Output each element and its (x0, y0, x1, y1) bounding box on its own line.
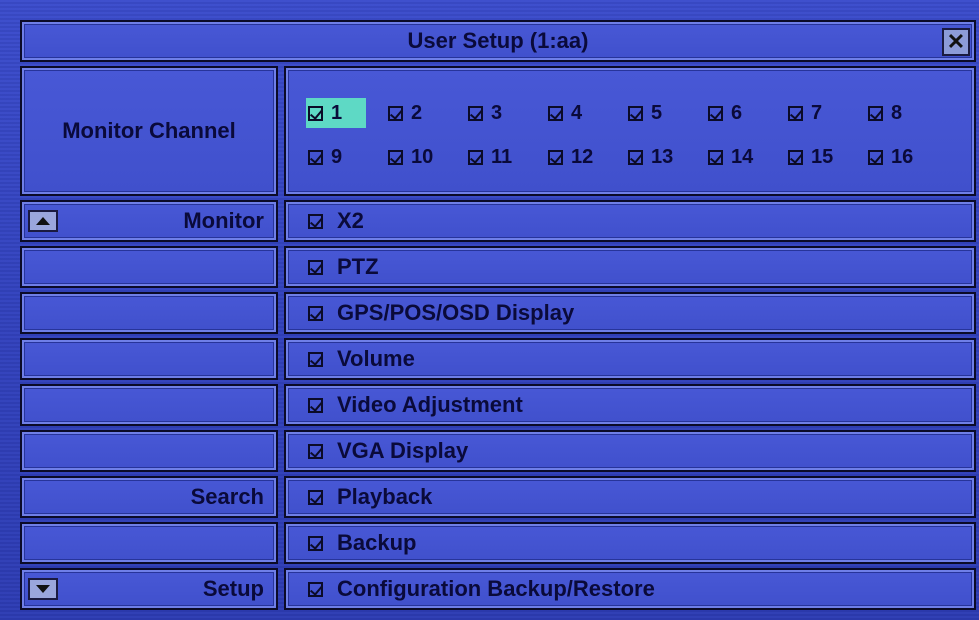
permission-row-volume[interactable]: Volume (284, 338, 976, 380)
permission-label: Video Adjustment (337, 392, 523, 417)
channel-checkbox-8[interactable]: 8 (868, 98, 948, 128)
permission-row-backup[interactable]: Backup (284, 522, 976, 564)
check-icon (388, 105, 403, 121)
channel-checkbox-9[interactable]: 9 (308, 142, 388, 172)
check-icon (628, 149, 643, 165)
check-icon (308, 305, 323, 321)
check-icon (308, 259, 323, 275)
arrow-down-icon (36, 585, 50, 593)
check-icon (708, 105, 723, 121)
scroll-up-button[interactable] (28, 210, 58, 232)
channel-checkbox-11[interactable]: 11 (468, 142, 548, 172)
check-icon (308, 535, 323, 551)
check-icon (868, 105, 883, 121)
channel-checkbox-1[interactable]: 1 (306, 98, 366, 128)
check-icon (388, 149, 403, 165)
check-icon (308, 581, 323, 597)
section-search-label: Search (190, 484, 264, 509)
check-icon (308, 443, 323, 459)
permission-label: GPS/POS/OSD Display (337, 300, 575, 325)
check-icon (708, 149, 723, 165)
check-icon (308, 351, 323, 367)
close-icon: ✕ (946, 29, 966, 54)
check-icon (868, 149, 883, 165)
empty-left-cell (20, 430, 278, 472)
permission-label: Volume (337, 346, 415, 371)
channel-checkbox-16[interactable]: 16 (868, 142, 948, 172)
check-icon (308, 489, 323, 505)
empty-left-cell (20, 292, 278, 334)
page-title: User Setup (1:aa) (407, 28, 589, 53)
channel-checkbox-4[interactable]: 4 (548, 98, 628, 128)
permission-label: Backup (337, 530, 417, 555)
empty-left-cell (20, 246, 278, 288)
check-icon (788, 105, 803, 121)
check-icon (308, 149, 323, 165)
check-icon (628, 105, 643, 121)
channel-checkbox-7[interactable]: 7 (788, 98, 868, 128)
permission-row-ptz[interactable]: PTZ (284, 246, 976, 288)
channel-checkbox-13[interactable]: 13 (628, 142, 708, 172)
permission-row-config-backup-restore[interactable]: Configuration Backup/Restore (284, 568, 976, 610)
check-icon (468, 149, 483, 165)
permission-label: PTZ (337, 254, 379, 279)
channel-checkbox-3[interactable]: 3 (468, 98, 548, 128)
monitor-channel-label: Monitor Channel (62, 118, 236, 143)
permission-label: Playback (337, 484, 433, 509)
channel-checkbox-12[interactable]: 12 (548, 142, 628, 172)
channel-checkbox-2[interactable]: 2 (388, 98, 468, 128)
section-search-cell: Search (20, 476, 278, 518)
permission-row-x2[interactable]: X2 (284, 200, 976, 242)
section-setup-label: Setup (202, 576, 264, 601)
scroll-down-button[interactable] (28, 578, 58, 600)
permission-label: X2 (337, 208, 364, 233)
permission-row-gps-osd[interactable]: GPS/POS/OSD Display (284, 292, 976, 334)
permission-row-playback[interactable]: Playback (284, 476, 976, 518)
permission-row-video-adjustment[interactable]: Video Adjustment (284, 384, 976, 426)
channel-checkbox-15[interactable]: 15 (788, 142, 868, 172)
empty-left-cell (20, 522, 278, 564)
empty-left-cell (20, 338, 278, 380)
channel-checkbox-10[interactable]: 10 (388, 142, 468, 172)
user-setup-screen: User Setup (1:aa) ✕ Monitor Channel 1 2 … (0, 0, 979, 620)
close-button[interactable]: ✕ (942, 28, 970, 56)
check-icon (548, 149, 563, 165)
title-bar: User Setup (1:aa) ✕ (20, 20, 976, 62)
section-monitor-label: Monitor (183, 208, 264, 233)
check-icon (788, 149, 803, 165)
channel-checkbox-5[interactable]: 5 (628, 98, 708, 128)
monitor-channel-label-cell: Monitor Channel (20, 66, 278, 196)
permission-row-vga-display[interactable]: VGA Display (284, 430, 976, 472)
check-icon (548, 105, 563, 121)
check-icon (468, 105, 483, 121)
check-icon (308, 397, 323, 413)
arrow-up-icon (36, 217, 50, 225)
empty-left-cell (20, 384, 278, 426)
section-setup-cell: Setup (20, 568, 278, 610)
channel-checkbox-6[interactable]: 6 (708, 98, 788, 128)
channel-checkbox-14[interactable]: 14 (708, 142, 788, 172)
check-icon (308, 213, 323, 229)
monitor-channel-grid: 1 2 3 4 5 6 7 8 9 10 11 12 13 14 15 16 (284, 66, 976, 196)
permission-label: VGA Display (337, 438, 469, 463)
check-icon (308, 105, 323, 121)
permission-label: Configuration Backup/Restore (337, 576, 655, 601)
section-monitor-cell: Monitor (20, 200, 278, 242)
